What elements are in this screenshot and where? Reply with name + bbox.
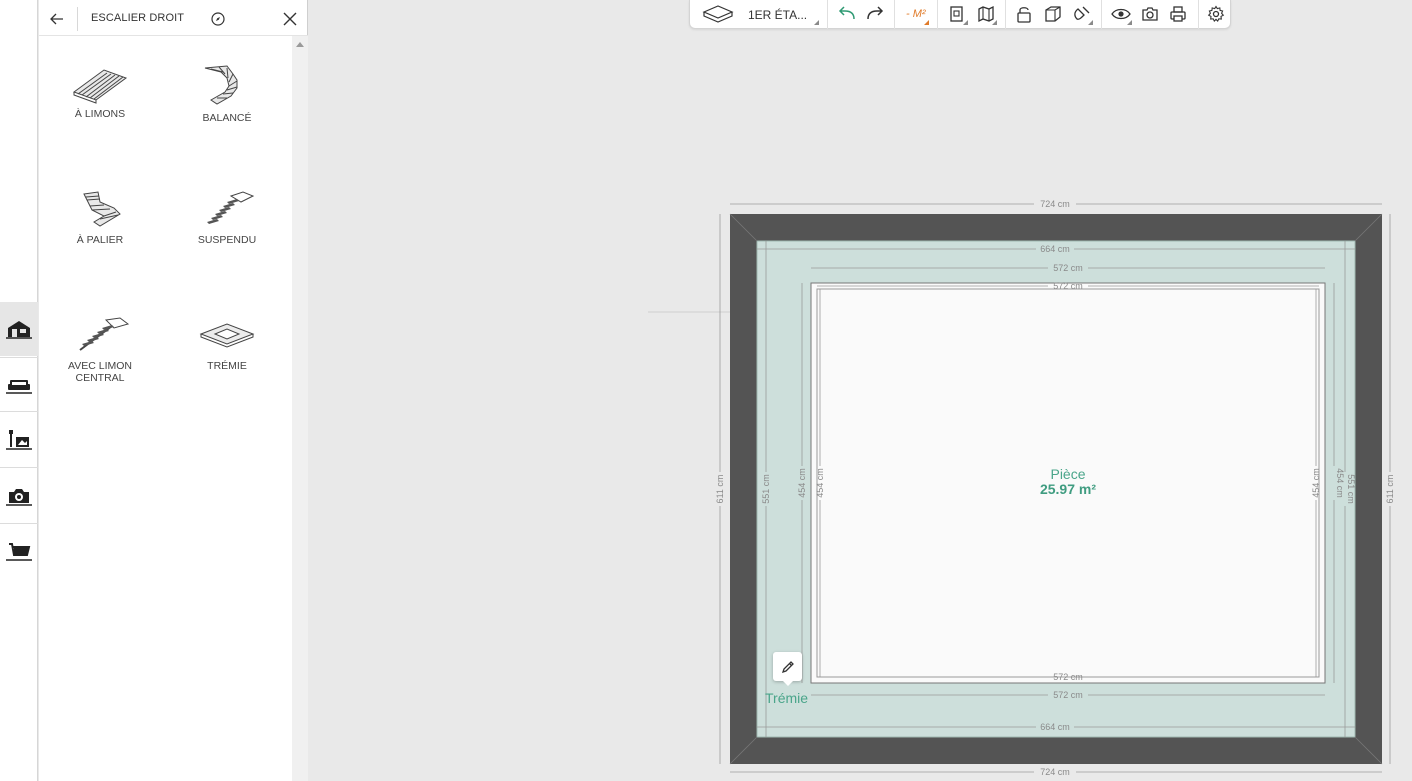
dim-tremie-right: 551 cm [1346, 474, 1356, 504]
cube-3d-icon [1045, 6, 1061, 22]
dim-inner-bottom-2: 572 cm [1053, 690, 1083, 700]
toolbar-divider [1198, 0, 1199, 29]
toolbar-divider [937, 0, 938, 29]
settings-icon [1207, 5, 1225, 23]
dim-inner-right-2: 454 cm [1335, 468, 1345, 498]
dim-inner-top-2: 572 cm [1053, 281, 1083, 291]
edit-tremie-button[interactable] [773, 652, 802, 686]
settings-button[interactable] [1205, 3, 1227, 25]
undo-icon [838, 6, 855, 20]
toolbar-divider [1101, 0, 1102, 29]
room-name: Pièce [1050, 466, 1085, 482]
dim-outer-right: 611 cm [1385, 475, 1395, 504]
area-dropdown-corner [924, 20, 929, 25]
plan-dropdown-corner [963, 20, 968, 25]
top-toolbar: 1ER ÉTA... - M² [689, 0, 1231, 29]
dim-outer-bottom: 724 cm [1040, 767, 1070, 777]
redo-icon [867, 6, 884, 20]
lock-button[interactable] [1013, 3, 1035, 25]
dim-outer-left: 611 cm [715, 475, 725, 504]
dim-tremie-left: 551 cm [761, 474, 771, 504]
tremie-label[interactable]: Trémie [765, 690, 808, 706]
view-3d-button[interactable] [1042, 3, 1064, 25]
floor-selector[interactable]: 1ER ÉTA... [748, 8, 807, 22]
unlock-icon [1017, 7, 1031, 23]
redo-button[interactable] [863, 3, 887, 25]
dim-outer-top: 724 cm [1040, 199, 1070, 209]
dim-tremie-top: 664 cm [1040, 244, 1070, 254]
magnet-dropdown-corner [1088, 20, 1093, 25]
pencil-icon [781, 660, 794, 673]
room-area: 25.97 m² [1040, 481, 1096, 497]
dim-inner-left-2: 454 cm [815, 468, 825, 498]
camera-icon [1142, 7, 1158, 21]
floor-button[interactable] [700, 3, 736, 25]
print-icon [1170, 6, 1186, 22]
map-dropdown-corner [992, 20, 997, 25]
dim-inner-bottom-1: 572 cm [1053, 672, 1083, 682]
toolbar-divider [827, 0, 828, 29]
dim-inner-right-1: 454 cm [1311, 468, 1321, 498]
toolbar-divider [894, 0, 895, 29]
dim-tremie-bottom: 664 cm [1040, 722, 1070, 732]
dim-inner-left-1: 454 cm [797, 468, 807, 498]
area-toggle[interactable]: - M² [906, 8, 926, 20]
undo-button[interactable] [835, 3, 859, 25]
snapshot-button[interactable] [1139, 3, 1161, 25]
floor-icon [702, 5, 734, 23]
eye-icon [1111, 8, 1131, 20]
dim-inner-top-1: 572 cm [1053, 263, 1083, 273]
floor-dropdown-corner [814, 20, 819, 25]
visibility-dropdown-corner [1127, 20, 1132, 25]
print-button[interactable] [1167, 3, 1189, 25]
floor-plan[interactable]: 724 cm 724 cm 611 cm 611 cm 664 cm 664 c… [0, 0, 1412, 781]
toolbar-divider [1005, 0, 1006, 29]
